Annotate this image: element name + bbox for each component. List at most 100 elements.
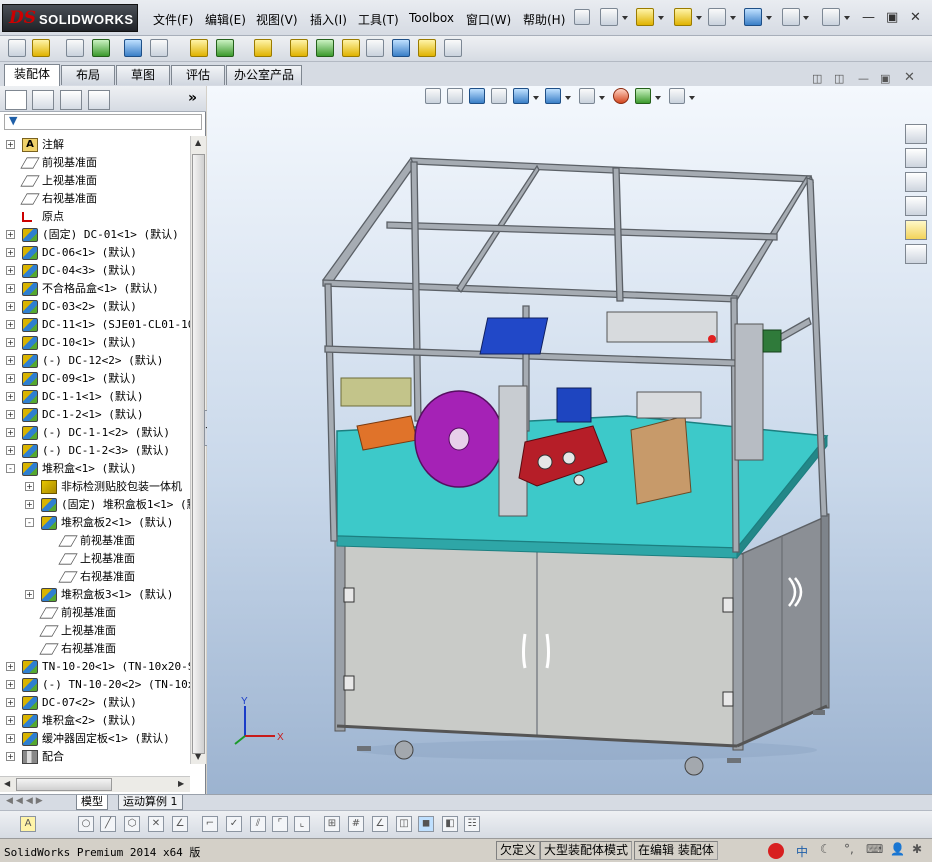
tree-item[interactable]: + 堆积盒<2> (默认) — [0, 712, 190, 730]
tree-item[interactable]: + (-) TN-10-20<2> (TN-10x20 — [0, 676, 190, 694]
move-component-icon[interactable] — [150, 39, 168, 57]
undo-dropdown-arrow[interactable] — [766, 16, 772, 20]
select-dropdown-arrow[interactable] — [803, 16, 809, 20]
expand-icon[interactable]: + — [6, 266, 15, 275]
ime-punct-icon[interactable]: °, — [844, 842, 854, 856]
tree-item[interactable]: + DC-1-1<1> (默认) — [0, 388, 190, 406]
tree-item[interactable]: + DC-06<1> (默认) — [0, 244, 190, 262]
circle-icon[interactable]: ○ — [78, 816, 94, 832]
expand-icon[interactable]: + — [6, 356, 15, 365]
scroll-down-arrow[interactable]: ▼ — [195, 752, 201, 761]
tree-horizontal-scrollbar[interactable]: ◀ ▶ — [0, 776, 190, 792]
centerline-icon[interactable]: ∠ — [172, 816, 188, 832]
show-hidden-icon[interactable] — [190, 39, 208, 57]
menu-file[interactable]: 文件(F) — [153, 11, 193, 28]
expand-icon[interactable]: + — [6, 248, 15, 257]
smart-dimension-icon[interactable]: A — [20, 816, 36, 832]
tree-item[interactable]: 上视基准面 — [0, 622, 190, 640]
speedpak-icon[interactable] — [418, 39, 436, 57]
expand-icon[interactable]: + — [6, 734, 15, 743]
bill-of-materials-icon[interactable] — [316, 39, 334, 57]
instant3d-icon[interactable] — [392, 39, 410, 57]
tree-item[interactable]: 右视基准面 — [0, 190, 190, 208]
expand-icon[interactable]: + — [6, 320, 15, 329]
ime-keyboard-icon[interactable]: ⌨ — [866, 842, 883, 856]
tree-item[interactable]: 上视基准面 — [0, 172, 190, 190]
tree-filter-input[interactable]: ▼ — [4, 114, 202, 130]
tree-vertical-scrollbar[interactable]: ▲ ▼ — [190, 136, 206, 764]
solidworks-logo[interactable]: DS SOLIDWORKS — [2, 4, 138, 32]
expand-icon[interactable]: + — [25, 590, 34, 599]
expand-icon[interactable]: + — [6, 410, 15, 419]
expand-icon[interactable]: + — [6, 752, 15, 761]
rebuild-dropdown-arrow[interactable] — [696, 16, 702, 20]
tree-item[interactable]: + 不合格品盒<1> (默认) — [0, 280, 190, 298]
sketch-fillet-icon[interactable]: ⌐ — [202, 816, 218, 832]
edit-component-icon[interactable] — [8, 39, 26, 57]
mate-paperclip-icon[interactable] — [66, 39, 84, 57]
expand-icon[interactable]: + — [6, 680, 15, 689]
panel-expand-chevron[interactable]: » — [188, 90, 197, 106]
menu-view[interactable]: 视图(V) — [256, 11, 298, 28]
tree-item[interactable]: + (-) DC-12<2> (默认) — [0, 352, 190, 370]
linear-sketch-pattern-icon[interactable]: ⊞ — [324, 816, 340, 832]
dashed-rectangle-icon[interactable]: ⌞ — [294, 816, 310, 832]
ime-user-icon[interactable]: 👤 — [890, 842, 905, 856]
assembly-model-render[interactable]: Y X — [207, 86, 932, 794]
exploded-view-icon[interactable] — [342, 39, 360, 57]
menu-edit[interactable]: 编辑(E) — [205, 11, 246, 28]
tab-assembly[interactable]: 装配体 — [4, 64, 60, 86]
tree-item[interactable]: 右视基准面 — [0, 640, 190, 658]
tab-evaluate[interactable]: 评估 — [171, 65, 225, 85]
new-dropdown-arrow[interactable] — [622, 16, 628, 20]
collapse-icon[interactable]: - — [6, 464, 15, 473]
tree-item[interactable]: + DC-04<3> (默认) — [0, 262, 190, 280]
expand-icon[interactable]: + — [6, 338, 15, 347]
print-dropdown-arrow[interactable] — [730, 16, 736, 20]
ime-chinese-icon[interactable]: 中 — [796, 843, 808, 860]
take-snapshot-icon[interactable] — [444, 39, 462, 57]
undo-icon[interactable] — [744, 8, 762, 26]
property-manager-tab-icon[interactable] — [32, 90, 54, 110]
home-resources-icon[interactable] — [905, 124, 927, 144]
tab-nav-arrows[interactable]: ◀◀◀▶ — [6, 796, 46, 806]
open-dropdown-arrow[interactable] — [658, 16, 664, 20]
3d-box-icon[interactable]: ◫ — [396, 816, 412, 832]
menu-toolbox[interactable]: Toolbox — [409, 11, 454, 25]
tree-item[interactable]: + (固定) DC-01<1> (默认) — [0, 226, 190, 244]
tree-item[interactable]: + DC-1-2<1> (默认) — [0, 406, 190, 424]
menu-window[interactable]: 窗口(W) — [466, 11, 511, 28]
help-dropdown-arrow[interactable] — [844, 16, 850, 20]
expand-icon[interactable]: + — [6, 284, 15, 293]
table-icon[interactable]: ☷ — [464, 816, 480, 832]
viewport-tile-icon[interactable]: ◫ — [812, 72, 822, 85]
tree-item[interactable]: + DC-09<1> (默认) — [0, 370, 190, 388]
tab-layout[interactable]: 布局 — [61, 65, 115, 85]
tree-item[interactable]: - 堆积盒板2<1> (默认) — [0, 514, 190, 532]
feature-tree-tab-icon[interactable] — [5, 90, 27, 110]
graphics-area[interactable]: Y X — [207, 86, 932, 794]
expand-icon[interactable]: + — [6, 446, 15, 455]
design-library-icon[interactable] — [905, 148, 927, 168]
tree-item[interactable]: 前视基准面 — [0, 154, 190, 172]
open-folder-icon[interactable] — [636, 8, 654, 26]
display-pane-icon[interactable]: ◧ — [442, 816, 458, 832]
display-manager-tab-icon[interactable] — [88, 90, 110, 110]
corner-rectangle-icon[interactable]: ⌜ — [272, 816, 288, 832]
minimize-icon[interactable]: — — [862, 10, 875, 25]
new-motion-study-icon[interactable] — [290, 39, 308, 57]
tab-office-products[interactable]: 办公室产品 — [226, 65, 302, 85]
expand-icon[interactable]: + — [6, 662, 15, 671]
tree-item[interactable]: + DC-07<2> (默认) — [0, 694, 190, 712]
ime-moon-icon[interactable]: ☾ — [820, 842, 831, 856]
polygon-icon[interactable]: ⬡ — [124, 816, 140, 832]
pin-icon[interactable] — [574, 9, 590, 25]
ime-logo-icon[interactable] — [768, 843, 784, 859]
collapse-icon[interactable]: - — [25, 518, 34, 527]
tree-item[interactable]: + (-) DC-1-2<3> (默认) — [0, 442, 190, 460]
tree-item[interactable]: + A 注解 — [0, 136, 190, 154]
tab-model[interactable]: 模型 — [76, 795, 108, 810]
menu-help[interactable]: 帮助(H) — [523, 11, 565, 28]
tree-item[interactable]: + TN-10-20<1> (TN-10x20-S — [0, 658, 190, 676]
help-question-icon[interactable] — [822, 8, 840, 26]
